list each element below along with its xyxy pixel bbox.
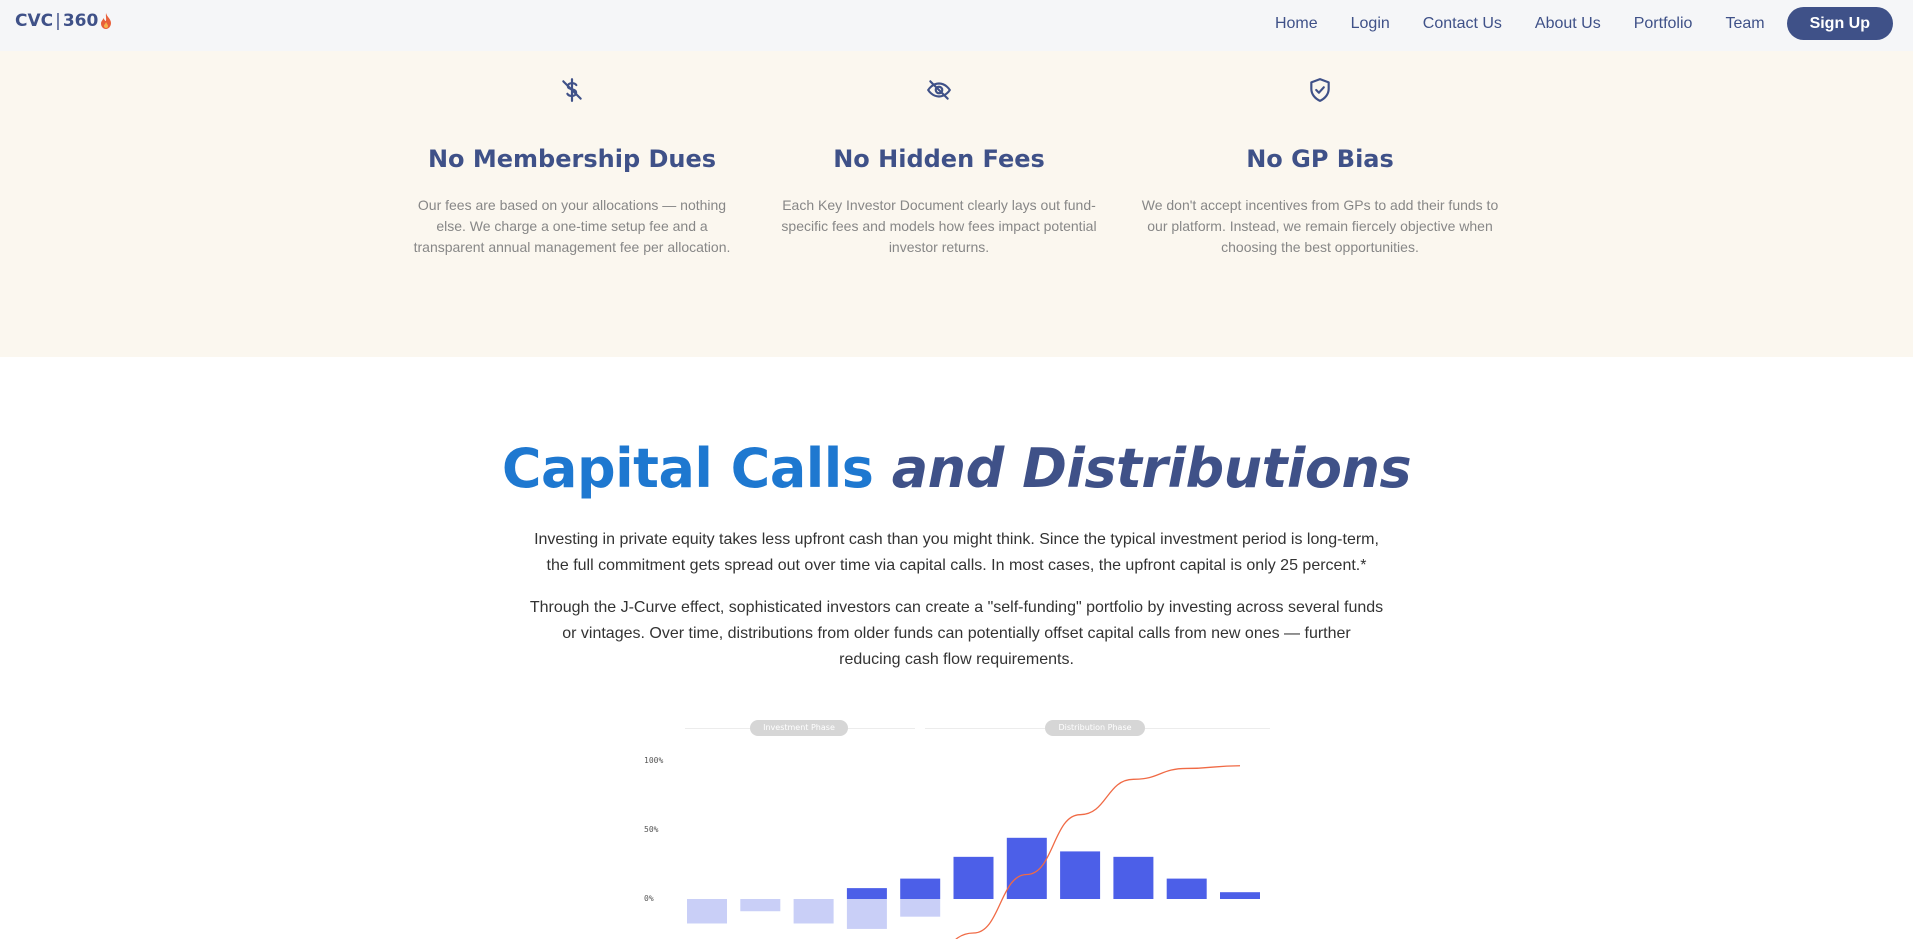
intro-line-1: Investing in private equity takes less u…	[534, 531, 1379, 548]
logo-text-360: 360	[62, 11, 99, 31]
feature-description: Our fees are based on your allocations —…	[413, 197, 731, 255]
j-curve-line	[955, 765, 1241, 939]
distribution-bar	[1220, 892, 1260, 899]
j-curve-line-2: or vintages. Over time, distributions fr…	[562, 625, 1351, 642]
intro-paragraph: Investing in private equity takes less u…	[0, 527, 1913, 579]
distribution-bar	[900, 878, 941, 899]
distribution-bar	[1113, 856, 1154, 899]
nav-contact-us[interactable]: Contact Us	[1423, 15, 1502, 33]
capital-call-bar	[740, 899, 781, 912]
eye-slash-icon	[927, 80, 951, 100]
capital-call-bar	[846, 899, 887, 929]
feature-title: No GP Bias	[1246, 145, 1394, 173]
feature-description: Each Key Investor Document clearly lays …	[781, 197, 1097, 255]
nav-portfolio[interactable]: Portfolio	[1634, 15, 1693, 33]
j-curve-line-1: Through the J-Curve effect, sophisticate…	[529, 599, 1384, 616]
shield-check-icon	[1310, 78, 1330, 102]
top-nav: CVC | 360 Home Login Contact Us About Us…	[0, 0, 1913, 51]
distribution-bar	[953, 856, 994, 899]
feature-title: No Membership Dues	[427, 145, 717, 173]
no-dollar-icon	[562, 78, 582, 102]
capital-call-bar	[900, 899, 941, 917]
nav-links: Home Login Contact Us About Us Portfolio…	[1242, 7, 1893, 40]
distribution-bar	[1166, 878, 1207, 899]
section-title: Capital Calls and Distributions	[0, 437, 1913, 500]
logo[interactable]: CVC | 360	[15, 11, 112, 31]
distribution-bar	[1060, 851, 1101, 899]
capital-call-bar	[687, 899, 727, 924]
section-title-part-2: and Distributions	[891, 437, 1412, 500]
features-band: No Membership Dues Our fees are based on…	[0, 51, 1913, 357]
distribution-bar	[1006, 837, 1047, 899]
nav-about-us[interactable]: About Us	[1535, 15, 1601, 33]
distribution-bar	[846, 888, 887, 899]
j-curve-paragraph: Through the J-Curve effect, sophisticate…	[0, 595, 1913, 673]
j-curve-line-3: reducing cash flow requirements.	[839, 651, 1074, 668]
feature-description: We don't accept incentives from GPs to a…	[1141, 197, 1499, 255]
logo-separator: |	[55, 11, 61, 31]
nav-login[interactable]: Login	[1351, 15, 1390, 33]
chart-plot	[687, 765, 1260, 939]
intro-line-2: the full commitment gets spread out over…	[546, 557, 1367, 574]
nav-team[interactable]: Team	[1725, 15, 1764, 33]
flame-icon	[101, 13, 112, 29]
capital-call-bar	[793, 899, 834, 924]
feature-title: No Hidden Fees	[833, 145, 1045, 173]
nav-home[interactable]: Home	[1275, 15, 1318, 33]
logo-text-cvc: CVC	[15, 11, 54, 31]
section-title-part-1: Capital Calls	[501, 437, 874, 500]
sign-up-button[interactable]: Sign Up	[1786, 7, 1893, 40]
j-curve-chart: Investment Phase Distribution Phase 100%…	[630, 718, 1280, 939]
